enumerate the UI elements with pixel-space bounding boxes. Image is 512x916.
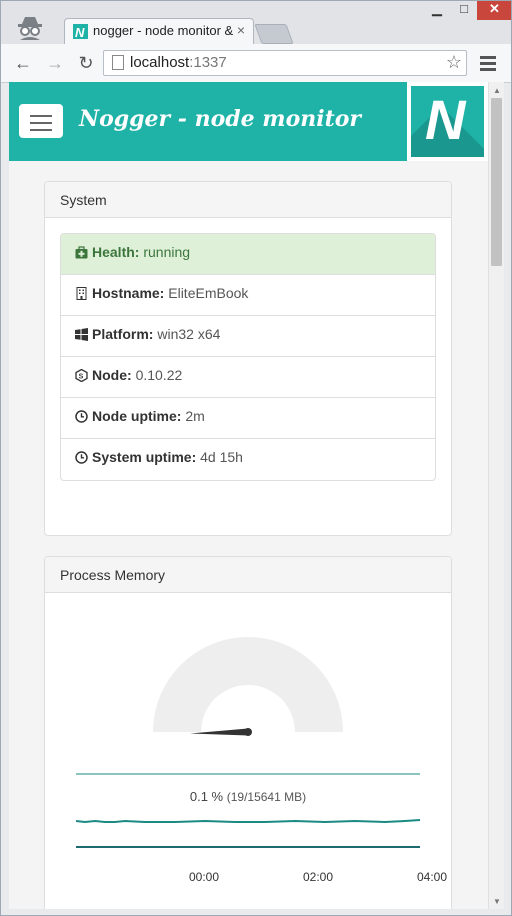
nav-toggle-button[interactable] — [19, 104, 63, 138]
memory-timeline-chart — [75, 773, 421, 848]
nodejs-icon: S — [75, 369, 88, 382]
hostname-label: Hostname: — [92, 285, 165, 301]
hostname-value: EliteEmBook — [168, 285, 249, 301]
node-uptime-label: Node uptime: — [92, 408, 182, 424]
clock-icon — [75, 451, 88, 464]
minimize-button[interactable]: ▁ — [424, 0, 450, 20]
page-viewport: Nogger - node monitor N System Health: r… — [9, 82, 488, 909]
svg-text:N: N — [75, 25, 85, 39]
platform-value: win32 x64 — [157, 326, 221, 342]
url-host: localhost — [130, 54, 190, 71]
browser-window: N nogger - node monitor & × ▁ □ ✕ ← → ↻ … — [0, 0, 512, 916]
back-button[interactable]: ← — [12, 52, 34, 74]
list-item-node-uptime: Node uptime: 2m — [61, 398, 435, 439]
tab-close-icon[interactable]: × — [237, 22, 245, 38]
svg-text:S: S — [79, 374, 84, 381]
list-item-node: S Node: 0.10.22 — [61, 357, 435, 398]
scroll-thumb[interactable] — [491, 98, 502, 266]
time-tick: 00:00 — [189, 870, 220, 884]
list-item-platform: Platform: win32 x64 — [61, 316, 435, 357]
reload-button[interactable]: ↻ — [75, 52, 97, 74]
nogger-favicon-icon: N — [73, 24, 88, 40]
incognito-icon — [18, 17, 42, 40]
maximize-button[interactable]: □ — [452, 0, 476, 20]
list-item-hostname: Hostname: EliteEmBook — [61, 275, 435, 316]
page-scrollbar[interactable]: ▲ ▼ — [488, 82, 504, 909]
clock-icon — [75, 410, 88, 423]
browser-tab[interactable]: N nogger - node monitor & × — [64, 18, 254, 44]
brand-title[interactable]: Nogger - node monitor — [79, 106, 361, 132]
url-text: localhost:1337 — [130, 54, 227, 71]
page-icon — [112, 55, 124, 70]
logo-letter: N — [425, 88, 466, 151]
url-port: :1337 — [189, 54, 227, 71]
system-panel: System Health: running Hostname: EliteEm… — [44, 181, 452, 536]
system-uptime-label: System uptime: — [92, 449, 197, 465]
close-window-button[interactable]: ✕ — [477, 0, 512, 20]
node-value: 0.10.22 — [135, 367, 183, 383]
health-label: Health: — [92, 244, 140, 260]
memory-panel: Process Memory 0.1 % (19/15641 MB) 00:00… — [44, 556, 452, 909]
title-bar: N nogger - node monitor & × ▁ □ ✕ — [0, 0, 512, 44]
health-value: running — [143, 244, 191, 260]
node-label: Node: — [92, 367, 132, 383]
address-bar[interactable]: localhost:1337 ☆ — [103, 50, 467, 76]
building-icon — [76, 287, 87, 300]
scroll-up-icon[interactable]: ▲ — [493, 86, 501, 95]
windows-icon — [75, 328, 88, 341]
logo: N — [407, 82, 488, 161]
medkit-icon — [75, 246, 88, 259]
system-panel-title: System — [45, 182, 451, 218]
system-uptime-value: 4d 15h — [200, 449, 243, 465]
system-info-list: Health: running Hostname: EliteEmBook Pl… — [60, 233, 436, 481]
time-tick: 04:00 — [417, 870, 448, 884]
time-tick: 02:00 — [303, 870, 334, 884]
tab-title: nogger - node monitor & — [93, 23, 233, 38]
list-item-system-uptime: System uptime: 4d 15h — [61, 439, 435, 480]
list-item-health: Health: running — [61, 234, 435, 275]
app-header: Nogger - node monitor N — [9, 82, 488, 161]
platform-label: Platform: — [92, 326, 154, 342]
star-icon[interactable]: ☆ — [446, 52, 462, 73]
node-uptime-value: 2m — [185, 408, 205, 424]
new-tab-button[interactable] — [254, 24, 294, 44]
hamburger-menu-icon[interactable] — [478, 53, 498, 73]
scroll-down-icon[interactable]: ▼ — [493, 897, 501, 906]
forward-button[interactable]: → — [44, 52, 66, 74]
memory-series-line — [75, 819, 421, 824]
browser-toolbar: ← → ↻ localhost:1337 ☆ — [0, 44, 512, 83]
